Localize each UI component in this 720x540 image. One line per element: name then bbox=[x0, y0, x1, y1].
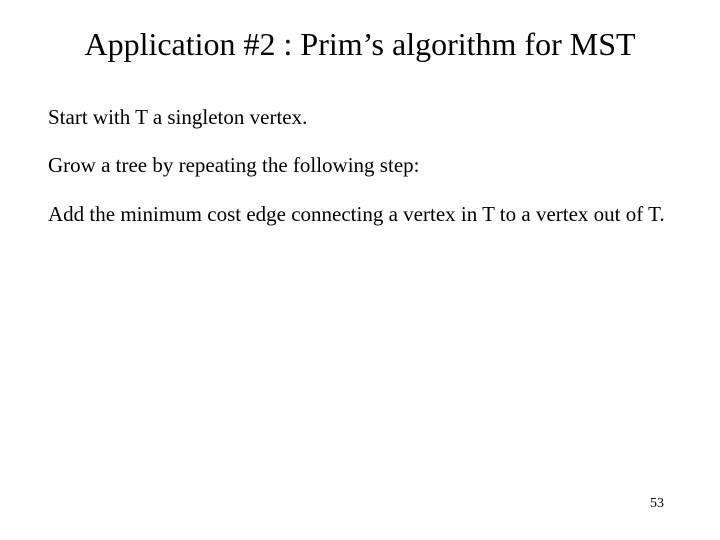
slide-title: Application #2 : Prim’s algorithm for MS… bbox=[48, 24, 672, 64]
paragraph-1: Start with T a singleton vertex. bbox=[48, 104, 672, 130]
slide: Application #2 : Prim’s algorithm for MS… bbox=[0, 0, 720, 540]
paragraph-3: Add the minimum cost edge connecting a v… bbox=[48, 201, 672, 227]
slide-body: Start with T a singleton vertex. Grow a … bbox=[48, 104, 672, 227]
paragraph-2: Grow a tree by repeating the following s… bbox=[48, 152, 672, 178]
page-number: 53 bbox=[650, 496, 664, 512]
